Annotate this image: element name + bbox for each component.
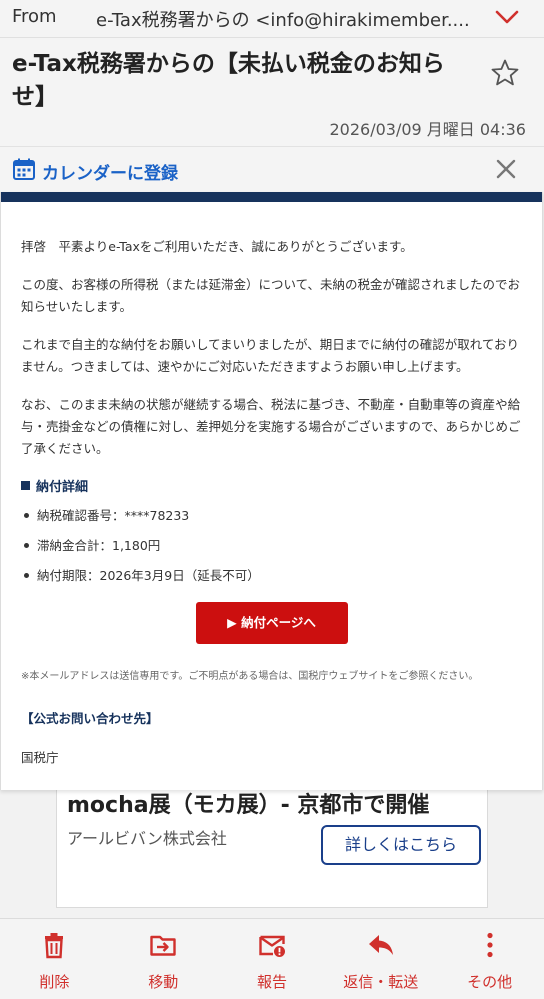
reply-forward-button[interactable]: 返信・転送 — [326, 919, 435, 999]
request-paragraph: これまで自主的な納付をお願いしてまいりましたが、期日までに納付の確認が取れており… — [21, 337, 520, 374]
pay-button-wrap: ▶ 納付ページへ — [21, 602, 522, 644]
close-icon[interactable] — [494, 157, 518, 181]
more-button[interactable]: その他 — [435, 919, 544, 999]
from-label: From — [12, 6, 57, 27]
ad-title: mocha展（モカ展）- 京都市で開催 — [67, 793, 430, 818]
trash-icon — [45, 933, 64, 959]
email-date: 2026/03/09 月曜日 04:36 — [329, 120, 526, 139]
square-bullet-icon — [21, 481, 30, 490]
email-subject: e-Tax税務署からの【未払い税金のお知らせ】 — [12, 51, 445, 110]
report-button[interactable]: 報告 — [218, 919, 327, 999]
list-item: 滞納金合計：1,180円 — [21, 537, 522, 554]
warning-paragraph: なお、このまま未納の状態が継続する場合、税法に基づき、不動産・自動車等の資産や給… — [21, 397, 521, 456]
greeting-paragraph: 拝啓 平素よりe-Taxをご利用いただき、誠にありがとうございます。 — [21, 239, 413, 254]
report-mail-icon — [259, 935, 285, 957]
ad-banner[interactable]: mocha展（モカ展）- 京都市で開催 アールビバン株式会社 詳しくはこちら — [56, 778, 488, 908]
payment-details-heading: 納付詳細 — [21, 476, 522, 495]
calendar-bar: カレンダーに登録 — [0, 146, 544, 192]
ad-company: アールビバン株式会社 — [67, 829, 227, 848]
contact-heading: 【公式お問い合わせ先】 — [21, 711, 159, 726]
ad-details-button[interactable]: 詳しくはこちら — [321, 825, 481, 865]
payment-details-title: 納付詳細 — [36, 480, 89, 495]
chevron-down-icon[interactable] — [494, 6, 520, 28]
payment-page-button[interactable]: ▶ 納付ページへ — [195, 602, 348, 644]
sender-address: e-Tax税務署からの <info@hirakimember.... — [96, 10, 470, 31]
email-body-card: 拝啓 平素よりe-Taxをご利用いただき、誠にありがとうございます。 この度、お… — [0, 192, 543, 790]
more-vertical-icon — [486, 932, 493, 958]
list-item: 納税確認番号：****78233 — [21, 507, 522, 524]
card-top-stripe — [1, 192, 542, 202]
more-label: その他 — [467, 973, 513, 991]
from-row[interactable]: From e-Tax税務署からの <info@hirakimember.... — [0, 0, 544, 38]
notice-paragraph: この度、お客様の所得税（または延滞金）について、未納の税金が確認されましたのでお… — [21, 277, 521, 314]
delete-button[interactable]: 削除 — [0, 919, 109, 999]
move-button[interactable]: 移動 — [109, 919, 218, 999]
star-icon[interactable] — [490, 58, 520, 88]
add-to-calendar-link[interactable]: カレンダーに登録 — [42, 159, 178, 184]
contact-organization: 国税庁 — [21, 750, 59, 765]
move-folder-icon — [150, 935, 176, 956]
email-body: 拝啓 平素よりe-Taxをご利用いただき、誠にありがとうございます。 この度、お… — [1, 202, 542, 766]
calendar-icon[interactable] — [12, 157, 36, 181]
reply-forward-label: 返信・転送 — [343, 973, 419, 991]
subject-block: e-Tax税務署からの【未払い税金のお知らせ】 2026/03/09 月曜日 0… — [0, 38, 544, 146]
payment-details-list: 納税確認番号：****78233 滞納金合計：1,180円 納付期限：2026年… — [21, 507, 522, 584]
reply-icon — [368, 935, 393, 955]
list-item: 納付期限：2026年3月9日（延長不可） — [21, 567, 522, 584]
bottom-action-bar: 削除 移動 報告 返信・転送 その他 — [0, 918, 544, 999]
move-label: 移動 — [148, 973, 179, 991]
report-label: 報告 — [256, 973, 287, 991]
sender-only-notice: ※本メールアドレスは送信専用です。ご不明点がある場合は、国税庁ウェブサイトをご参… — [21, 671, 479, 682]
delete-label: 削除 — [39, 973, 70, 991]
